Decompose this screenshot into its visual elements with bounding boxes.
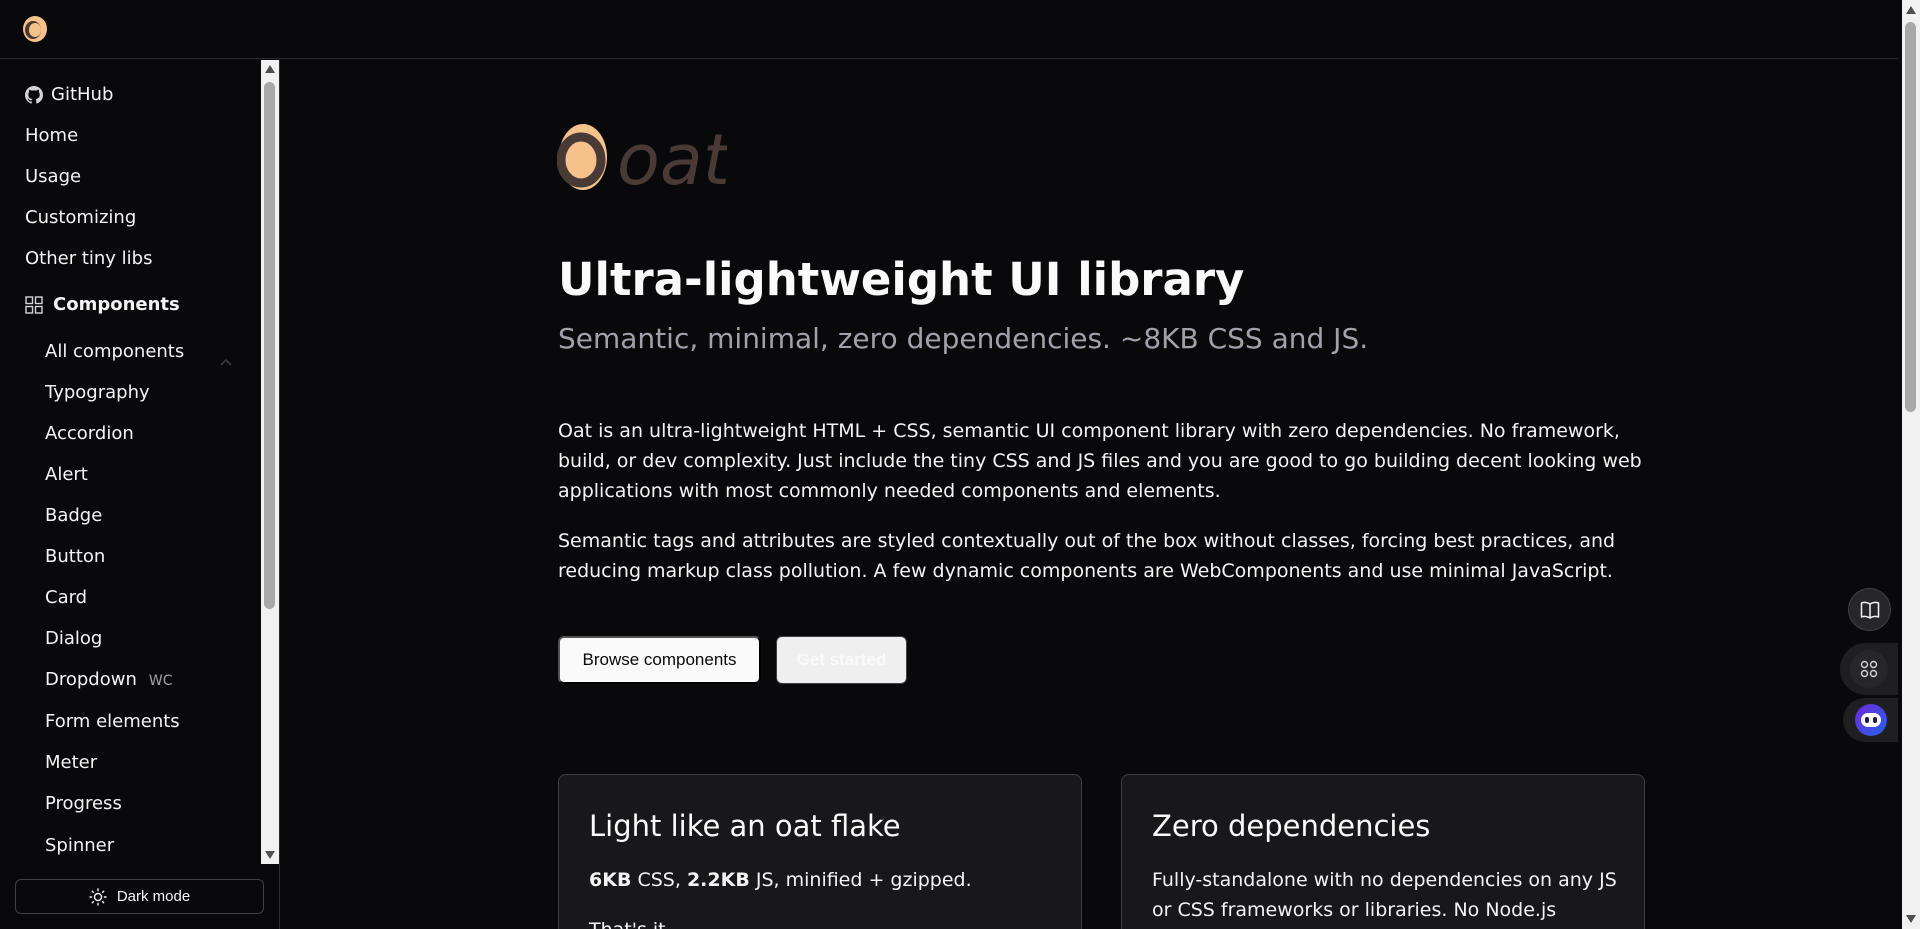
card-body: 6KB CSS, 2.2KB JS, minified + gzipped. xyxy=(589,865,1059,895)
js-label: JS, minified + gzipped. xyxy=(749,869,972,891)
sidebar-item-accordion[interactable]: Accordion xyxy=(45,423,134,445)
scrollbar-thumb[interactable] xyxy=(264,82,275,609)
scroll-up-icon[interactable] xyxy=(1906,6,1916,14)
sidebar-item-spinner[interactable]: Spinner xyxy=(45,835,114,857)
grid-icon xyxy=(25,296,43,314)
sidebar-item-badge[interactable]: Badge xyxy=(45,505,102,527)
assistant-widget-button[interactable] xyxy=(1843,698,1898,742)
sidebar-item-other-tiny-libs[interactable]: Other tiny libs xyxy=(25,248,152,270)
sidebar-item-dropdown[interactable]: Dropdown WC xyxy=(45,669,173,692)
assistant-bot-icon xyxy=(1854,704,1887,736)
dark-mode-button[interactable]: Dark mode xyxy=(15,879,264,914)
sidebar-section-components[interactable]: Components xyxy=(25,294,180,316)
oat-logo: oat xyxy=(557,119,727,196)
main-content: oat Ultra-lightweight UI library Semanti… xyxy=(281,60,1898,929)
sidebar-section-label: Components xyxy=(53,294,180,315)
sidebar-item-alert[interactable]: Alert xyxy=(45,464,88,486)
sidebar-item-all-components[interactable]: All components xyxy=(45,341,184,363)
apps-widget-inner xyxy=(1850,650,1888,688)
page-scrollbar[interactable] xyxy=(1902,0,1920,929)
apps-widget-button[interactable] xyxy=(1840,643,1898,695)
top-bar xyxy=(0,0,1898,59)
scroll-down-icon[interactable] xyxy=(265,851,275,859)
browse-components-button[interactable]: Browse components xyxy=(558,636,761,684)
sidebar-item-customizing[interactable]: Customizing xyxy=(25,207,136,229)
card-title: Light like an oat flake xyxy=(589,809,901,843)
js-size: 2.2KB xyxy=(686,869,750,891)
scroll-down-icon[interactable] xyxy=(1906,915,1916,923)
sidebar-item-usage[interactable]: Usage xyxy=(25,166,81,188)
sidebar-item-meter[interactable]: Meter xyxy=(45,752,97,774)
page-subtitle: Semantic, minimal, zero dependencies. ~8… xyxy=(558,322,1369,355)
command-icon xyxy=(1860,660,1878,678)
sidebar: GitHub Home Usage Customizing Other tiny… xyxy=(0,60,280,929)
scrollbar-thumb[interactable] xyxy=(1905,22,1916,412)
scroll-up-icon[interactable] xyxy=(265,65,275,73)
card-extra: That's it. xyxy=(589,919,672,929)
card-body: Fully-standalone with no dependencies on… xyxy=(1152,869,1617,921)
card-title: Zero dependencies xyxy=(1152,809,1431,843)
reader-widget-button[interactable] xyxy=(1848,588,1891,631)
sidebar-item-card[interactable]: Card xyxy=(45,587,87,609)
sidebar-item-github[interactable]: GitHub xyxy=(25,84,113,106)
feature-card-zero: Zero dependencies Fully-standalone with … xyxy=(1121,774,1645,929)
oat-logo-icon[interactable] xyxy=(22,15,48,43)
sidebar-item-typography[interactable]: Typography xyxy=(45,382,150,404)
sidebar-item-home[interactable]: Home xyxy=(25,125,78,147)
sidebar-nav-list: GitHub Home Usage Customizing Other tiny… xyxy=(0,60,260,868)
logo-text: oat xyxy=(617,119,727,196)
sun-icon xyxy=(89,887,107,906)
css-size: 6KB xyxy=(589,869,632,891)
sidebar-item-progress[interactable]: Progress xyxy=(45,793,122,815)
semantic-paragraph: Semantic tags and attributes are styled … xyxy=(558,530,1616,582)
dark-mode-label: Dark mode xyxy=(116,888,191,905)
sidebar-item-form-elements[interactable]: Form elements xyxy=(45,711,180,733)
page-title: Ultra-lightweight UI library xyxy=(558,253,1245,306)
sidebar-scrollbar[interactable] xyxy=(261,60,279,864)
book-icon xyxy=(1860,601,1879,619)
feature-card-light: Light like an oat flake 6KB CSS, 2.2KB J… xyxy=(558,774,1082,929)
sidebar-item-label: GitHub xyxy=(51,84,114,105)
css-label: CSS, xyxy=(631,869,687,891)
sidebar-item-button[interactable]: Button xyxy=(45,546,105,568)
chevron-up-icon[interactable] xyxy=(220,358,232,366)
sidebar-item-label: Dropdown xyxy=(45,669,137,690)
intro-paragraph: Oat is an ultra-lightweight HTML + CSS, … xyxy=(558,420,1642,502)
get-started-button[interactable]: Get started xyxy=(776,636,907,684)
bot-eyes xyxy=(1860,713,1881,727)
wc-tag: WC xyxy=(148,673,173,689)
sidebar-item-dialog[interactable]: Dialog xyxy=(45,628,102,650)
github-icon xyxy=(25,86,43,104)
